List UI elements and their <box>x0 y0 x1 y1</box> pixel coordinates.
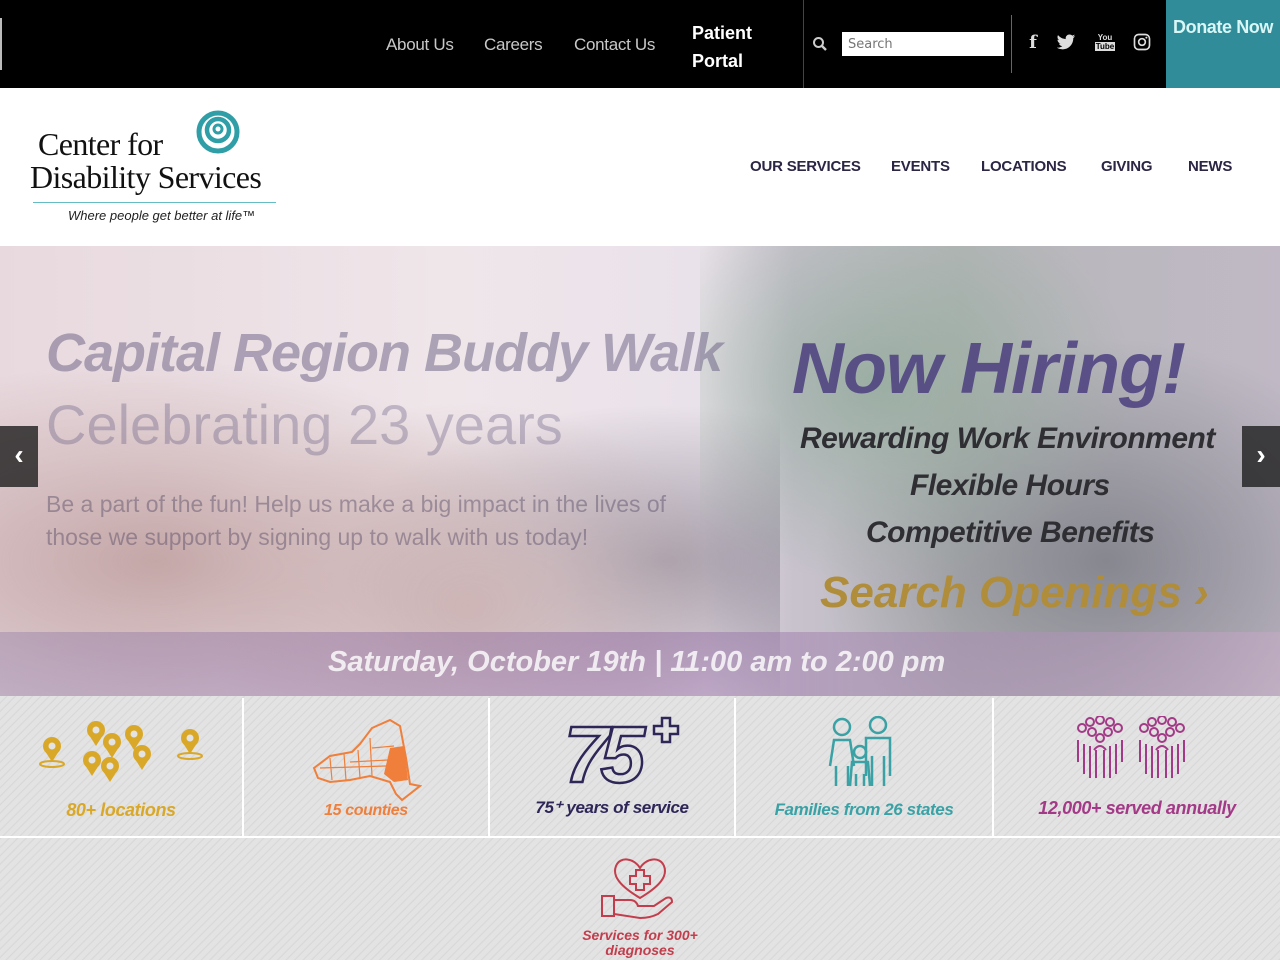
stat-card-locations[interactable]: 80+ locations <box>0 698 244 838</box>
stat-card-families[interactable]: Families from 26 states <box>736 698 994 838</box>
stat-card-served[interactable]: 12,000+ served annually <box>994 698 1280 838</box>
nav-careers[interactable]: Careers <box>484 35 543 55</box>
search-openings-link[interactable]: Search Openings › <box>820 568 1209 618</box>
search-area: f YouTube <box>803 0 1166 88</box>
chevron-left-icon: ‹ <box>14 439 24 470</box>
twitter-icon[interactable] <box>1055 32 1077 54</box>
carousel-prev-button[interactable]: ‹ <box>0 426 38 487</box>
stat-label: 15 counties <box>324 802 408 819</box>
search-input[interactable] <box>842 32 1004 56</box>
stat-card-years[interactable]: 75 75⁺ years of service <box>490 698 736 838</box>
youtube-icon[interactable]: You Tube <box>1094 33 1116 55</box>
hero-carousel[interactable]: Capital Region Buddy Walk Celebrating 23… <box>0 246 1280 696</box>
top-bar-edge <box>0 18 2 70</box>
nav-locations[interactable]: LOCATIONS <box>981 158 1067 175</box>
logo-tagline: Where people get better at life™ <box>68 208 256 223</box>
map-pins-icon <box>39 721 203 782</box>
nav-about-us[interactable]: About Us <box>386 35 454 55</box>
new-york-map-icon <box>312 718 422 802</box>
stat-label: 80+ locations <box>66 800 176 820</box>
buddy-walk-date-banner: Saturday, October 19th | 11:00 am to 2:0… <box>0 632 1280 696</box>
nav-our-services[interactable]: OUR SERVICES <box>750 158 861 175</box>
nav-events[interactable]: EVENTS <box>891 158 950 175</box>
75-plus-icon: 75 <box>564 714 680 788</box>
divider <box>1011 15 1012 73</box>
stat-card-counties[interactable]: 15 counties <box>244 698 490 838</box>
now-hiring-title: Now Hiring! <box>792 329 1186 409</box>
buddy-walk-date: Saturday, October 19th | 11:00 am to 2:0… <box>328 646 946 678</box>
spiral-logo-icon <box>196 110 240 154</box>
nav-contact-us[interactable]: Contact Us <box>574 35 655 55</box>
patient-portal-link[interactable]: Patient Portal <box>692 19 762 75</box>
search-icon[interactable] <box>812 36 828 52</box>
nav-giving[interactable]: GIVING <box>1101 158 1153 175</box>
crowd-icon <box>1077 716 1185 778</box>
carousel-next-button[interactable]: › <box>1242 426 1280 487</box>
logo[interactable]: Center for Disability Services Where peo… <box>28 106 288 231</box>
stat-card-diagnoses[interactable]: Services for 300+ diagnoses <box>0 840 1280 960</box>
hiring-line-1: Rewarding Work Environment <box>800 422 1215 455</box>
stat-label: 12,000+ served annually <box>1038 798 1236 818</box>
nav-news[interactable]: NEWS <box>1188 158 1232 175</box>
buddy-walk-body: Be a part of the fun! Help us make a big… <box>46 491 667 550</box>
hiring-line-2: Flexible Hours <box>910 469 1110 502</box>
top-bar: About Us Careers Contact Us Patient Port… <box>0 0 1280 88</box>
site-header: Center for Disability Services Where peo… <box>0 88 1280 246</box>
donate-now-button[interactable]: Donate Now <box>1166 0 1280 88</box>
chevron-right-icon: › <box>1256 439 1266 470</box>
stats-section: 80+ locations 15 counties 75 75⁺ years o… <box>0 696 1280 960</box>
stat-label: Families from 26 states <box>774 800 954 819</box>
family-icon <box>828 716 892 787</box>
logo-line-1: Center for <box>38 126 163 162</box>
logo-rule <box>33 202 276 203</box>
svg-text:75: 75 <box>564 714 646 788</box>
heart-hand-icon <box>601 858 674 920</box>
logo-line-2: Disability Services <box>30 159 262 195</box>
buddy-walk-subtitle: Celebrating 23 years <box>46 393 563 456</box>
stat-label: Services for 300+ diagnoses <box>582 927 698 958</box>
hiring-line-3: Competitive Benefits <box>866 516 1155 549</box>
facebook-icon[interactable]: f <box>1022 32 1044 54</box>
hero-photo-therapy <box>0 246 780 696</box>
instagram-icon[interactable] <box>1131 32 1153 54</box>
buddy-walk-title: Capital Region Buddy Walk <box>46 323 723 383</box>
stat-label: 75⁺ years of service <box>535 798 689 817</box>
